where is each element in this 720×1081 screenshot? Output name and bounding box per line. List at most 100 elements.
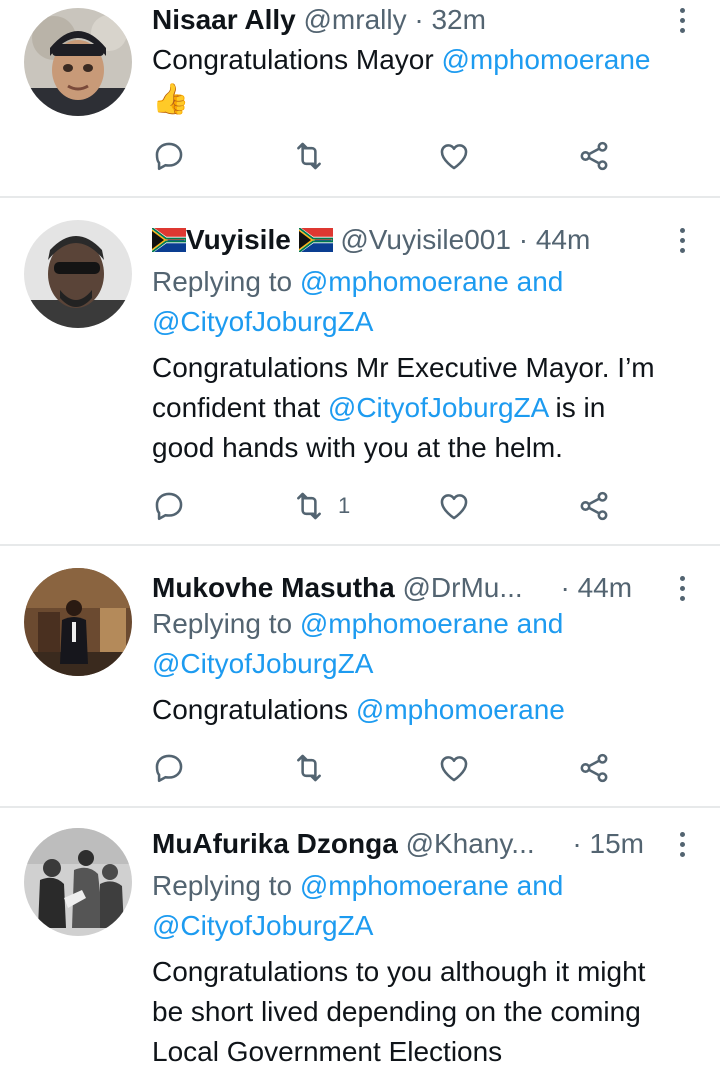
emoji-line: 👍 xyxy=(152,80,696,120)
author-handle[interactable]: @Khany... xyxy=(406,828,535,859)
tweet-header: Mukovhe Masutha @DrMu... · 44m xyxy=(152,568,680,608)
separator: · xyxy=(572,828,582,859)
more-options-icon[interactable] xyxy=(672,0,692,40)
timestamp[interactable]: 44m xyxy=(536,224,590,255)
share-button[interactable] xyxy=(577,748,611,788)
avatar[interactable] xyxy=(24,568,132,676)
mention-link[interactable]: @mphomoerane xyxy=(356,694,565,725)
tweet-actions xyxy=(152,136,622,176)
tweet-text-plain: confident that xyxy=(152,392,328,423)
author-handle[interactable]: @Vuyisile001 xyxy=(340,224,511,255)
share-icon xyxy=(580,141,608,171)
replying-label: Replying to xyxy=(152,870,293,901)
like-button[interactable] xyxy=(437,136,471,176)
share-icon xyxy=(580,491,608,521)
tweet-text-line: be short lived depending on the coming xyxy=(152,996,641,1027)
replying-to-cont: @CityofJoburgZA xyxy=(152,906,696,946)
south-africa-flag-icon xyxy=(152,228,186,252)
tweet-actions: 1 xyxy=(152,486,622,526)
avatar[interactable] xyxy=(24,220,132,328)
tweet-text-line: good hands with you at the helm. xyxy=(152,432,563,463)
mention-link[interactable]: @mphomoerane xyxy=(300,608,509,639)
share-button[interactable] xyxy=(577,136,611,176)
avatar[interactable] xyxy=(24,8,132,116)
tweet-text-line: Congratulations to you although it might xyxy=(152,956,646,987)
tweet-text-plain: is in xyxy=(547,392,606,423)
author-handle[interactable]: @DrMu... xyxy=(402,572,522,603)
more-options-icon[interactable] xyxy=(672,568,692,608)
replying-label: Replying to xyxy=(152,608,293,639)
replying-to: Replying to @mphomoerane and xyxy=(152,866,696,906)
like-button[interactable] xyxy=(437,486,471,526)
retweet-icon xyxy=(297,142,321,170)
tweet[interactable]: Vuyisile @Vuyisile001 · 44m Replying to … xyxy=(0,198,720,546)
more-options-icon[interactable] xyxy=(672,220,692,260)
mention-link[interactable]: @CityofJoburgZA xyxy=(152,910,373,941)
mention-link[interactable]: @mphomoerane xyxy=(441,44,650,75)
mention-link[interactable]: @CityofJoburgZA xyxy=(152,648,373,679)
tweet-header: Nisaar Ally @mrally · 32m xyxy=(152,0,670,40)
reply-button[interactable] xyxy=(152,136,186,176)
tweet-text: good hands with you at the helm. xyxy=(152,428,696,468)
mention-link[interactable]: @mphomoerane xyxy=(300,266,509,297)
separator: · xyxy=(414,4,424,35)
tweet[interactable]: MuAfurika Dzonga @Khany... · 15m Replyin… xyxy=(0,808,720,1081)
tweet-text: Congratulations Mr Executive Mayor. I’m xyxy=(152,348,696,388)
share-icon xyxy=(580,753,608,783)
thumbs-up-emoji: 👍 xyxy=(152,83,190,116)
author-name[interactable]: Vuyisile xyxy=(186,224,291,255)
tweet-text-plain: Congratulations Mayor xyxy=(152,44,442,75)
tweet-header: Vuyisile @Vuyisile001 · 44m xyxy=(152,220,670,260)
timestamp[interactable]: 44m xyxy=(578,572,632,603)
more-options-icon[interactable] xyxy=(672,824,692,864)
tweet-text: confident that @CityofJoburgZA is in xyxy=(152,388,696,428)
avatar[interactable] xyxy=(24,828,132,936)
tweet-text: be short lived depending on the coming xyxy=(152,992,696,1032)
retweet-button[interactable] xyxy=(292,748,338,788)
replying-to: Replying to @mphomoerane and xyxy=(152,604,696,644)
author-handle[interactable]: @mrally xyxy=(304,4,407,35)
separator: · xyxy=(518,224,529,255)
tweet-text: Congratulations Mayor @mphomoerane xyxy=(152,40,696,80)
heart-icon xyxy=(440,756,468,782)
tweet-text-line: Congratulations Mr Executive Mayor. I’m xyxy=(152,352,655,383)
author-name[interactable]: Mukovhe Masutha xyxy=(152,572,395,603)
share-button[interactable] xyxy=(577,486,611,526)
retweet-button[interactable] xyxy=(292,136,338,176)
replying-to: Replying to @mphomoerane and xyxy=(152,262,696,302)
tweet-actions xyxy=(152,748,622,788)
tweet[interactable]: Mukovhe Masutha @DrMu... · 44m Replying … xyxy=(0,546,720,808)
timestamp[interactable]: 15m xyxy=(590,828,644,859)
mention-link[interactable]: @CityofJoburgZA xyxy=(328,392,548,423)
timestamp[interactable]: 32m xyxy=(431,4,485,35)
tweet-text-plain: Congratulations xyxy=(152,694,356,725)
replying-and: and xyxy=(516,266,564,297)
reply-button[interactable] xyxy=(152,748,186,788)
retweet-button[interactable]: 1 xyxy=(292,486,350,526)
reply-icon xyxy=(155,754,183,783)
reply-button[interactable] xyxy=(152,486,186,526)
tweet-text: Congratulations to you although it might xyxy=(152,952,696,992)
south-africa-flag-icon xyxy=(298,228,333,252)
retweet-icon xyxy=(297,754,321,782)
retweet-count: 1 xyxy=(338,493,351,518)
mention-link[interactable]: @mphomoerane xyxy=(300,870,509,901)
retweet-icon xyxy=(297,492,321,520)
like-button[interactable] xyxy=(437,748,471,788)
mention-link[interactable]: @CityofJoburgZA xyxy=(152,306,373,337)
tweet-text-line: Local Government Elections xyxy=(152,1036,503,1067)
replying-to-cont: @CityofJoburgZA xyxy=(152,644,696,684)
heart-icon xyxy=(440,144,468,170)
tweet-text: Local Government Elections xyxy=(152,1032,696,1072)
author-name[interactable]: Nisaar Ally xyxy=(152,4,296,35)
heart-icon xyxy=(440,494,468,520)
tweet[interactable]: Nisaar Ally @mrally · 32m Congratulation… xyxy=(0,0,720,198)
reply-icon xyxy=(155,142,183,171)
replying-and: and xyxy=(516,870,564,901)
separator: · xyxy=(560,572,570,603)
tweet-text: Congratulations @mphomoerane xyxy=(152,690,696,730)
replying-to-cont: @CityofJoburgZA xyxy=(152,302,696,342)
author-name[interactable]: MuAfurika Dzonga xyxy=(152,828,398,859)
replying-label: Replying to xyxy=(152,266,293,297)
replying-and: and xyxy=(516,608,564,639)
